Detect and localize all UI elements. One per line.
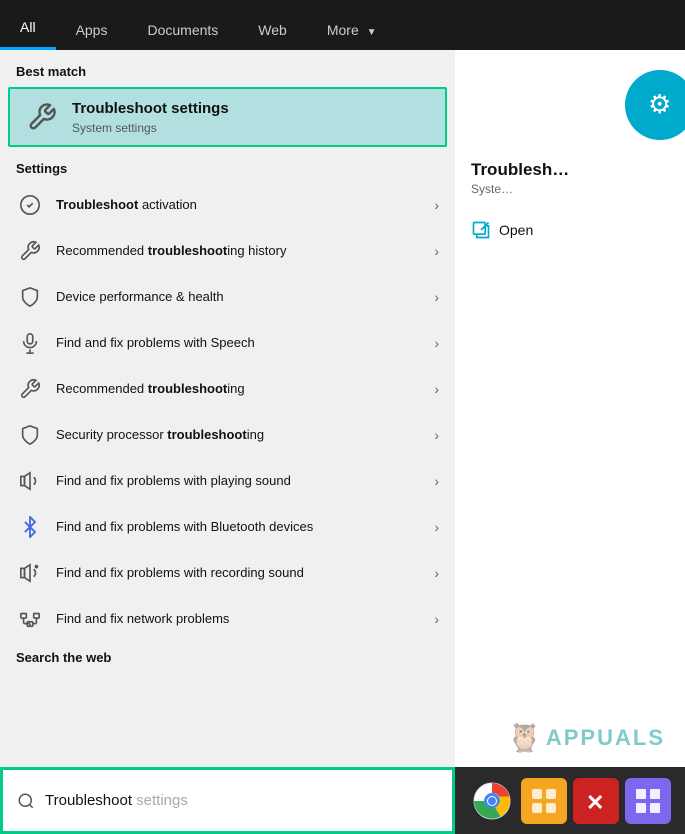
search-bar[interactable]: Troubleshoot settings xyxy=(0,767,455,834)
tab-apps[interactable]: Apps xyxy=(56,12,128,50)
list-item-text: Find and fix problems with Bluetooth dev… xyxy=(56,518,434,536)
list-item-text: Recommended troubleshooting xyxy=(56,380,434,398)
search-placeholder-text: settings xyxy=(132,792,188,809)
shield-icon xyxy=(16,421,44,449)
list-item-text: Find and fix problems with recording sou… xyxy=(56,564,434,582)
list-item-text: Device performance & health xyxy=(56,288,434,306)
svg-text:✕: ✕ xyxy=(586,790,604,815)
open-icon xyxy=(471,220,491,240)
list-item[interactable]: Recommended troubleshooting › xyxy=(0,366,455,412)
sound-icon xyxy=(16,467,44,495)
list-item[interactable]: Recommended troubleshooting history › xyxy=(0,228,455,274)
list-item-text: Find and fix network problems xyxy=(56,610,434,628)
chevron-right-icon: › xyxy=(434,243,439,259)
list-item[interactable]: Security processor troubleshooting › xyxy=(0,412,455,458)
chevron-right-icon: › xyxy=(434,381,439,397)
tab-more[interactable]: More ▼ xyxy=(307,12,397,50)
chevron-right-icon: › xyxy=(434,427,439,443)
search-input-display: Troubleshoot settings xyxy=(45,792,188,809)
list-item[interactable]: Troubleshoot activation › xyxy=(0,182,455,228)
list-item[interactable]: Find and fix network problems › xyxy=(0,596,455,642)
chevron-right-icon: › xyxy=(434,611,439,627)
watermark-text: APPUALS xyxy=(546,725,665,751)
taskbar-icons: ✕ xyxy=(455,767,685,834)
best-match-label: Best match xyxy=(0,50,455,87)
settings-label: Settings xyxy=(0,151,455,182)
top-nav: All Apps Documents Web More ▼ xyxy=(0,0,685,50)
chrome-icon[interactable] xyxy=(469,778,515,824)
best-match-item[interactable]: Troubleshoot settings System settings xyxy=(8,87,447,147)
tab-web[interactable]: Web xyxy=(238,12,307,50)
chevron-right-icon: › xyxy=(434,197,439,213)
wrench-small-icon xyxy=(16,237,44,265)
open-button[interactable]: Open xyxy=(471,220,569,240)
watermark-owl-icon: 🦉 xyxy=(507,721,542,754)
search-web-label: Search the web xyxy=(0,642,455,669)
list-item[interactable]: Find and fix problems with playing sound… xyxy=(0,458,455,504)
right-panel-subtitle: Syste… xyxy=(471,182,569,196)
chevron-right-icon: › xyxy=(434,473,439,489)
bluetooth-icon xyxy=(16,513,44,541)
wrench-icon xyxy=(24,99,60,135)
list-item-text: Security processor troubleshooting xyxy=(56,426,434,444)
list-item-text: Recommended troubleshooting history xyxy=(56,242,434,260)
app-accent-circle: ⚙ xyxy=(625,70,685,140)
chevron-right-icon: › xyxy=(434,565,439,581)
search-icon xyxy=(17,792,35,810)
chevron-right-icon: › xyxy=(434,289,439,305)
best-match-title-rest: settings xyxy=(167,100,229,117)
watermark: 🦉 APPUALS xyxy=(507,721,665,754)
chevron-right-icon: › xyxy=(434,519,439,535)
best-match-subtitle: System settings xyxy=(72,121,229,135)
search-typed-text: Troubleshoot xyxy=(45,792,132,809)
svg-text:⚙: ⚙ xyxy=(648,89,671,119)
right-panel-title: Troublesh… xyxy=(471,160,569,180)
sound-record-icon xyxy=(16,559,44,587)
best-match-title-bold: Troubleshoot xyxy=(72,100,167,117)
left-panel: Best match Troubleshoot settings System … xyxy=(0,50,455,834)
check-circle-icon xyxy=(16,191,44,219)
app-x-icon[interactable]: ✕ xyxy=(573,778,619,824)
chevron-down-icon: ▼ xyxy=(367,27,377,38)
list-item-text: Find and fix problems with playing sound xyxy=(56,472,434,490)
tab-documents[interactable]: Documents xyxy=(127,12,238,50)
list-item-text: Find and fix problems with Speech xyxy=(56,334,434,352)
shield-icon xyxy=(16,283,44,311)
grid-app-icon[interactable] xyxy=(625,778,671,824)
list-item[interactable]: Find and fix problems with Bluetooth dev… xyxy=(0,504,455,550)
chevron-right-icon: › xyxy=(434,335,439,351)
list-item[interactable]: Find and fix problems with Speech › xyxy=(0,320,455,366)
right-panel: ⚙ Troublesh… Syste… Open xyxy=(455,50,685,834)
list-item[interactable]: Device performance & health › xyxy=(0,274,455,320)
square-app-icon[interactable] xyxy=(521,778,567,824)
list-item[interactable]: Find and fix problems with recording sou… xyxy=(0,550,455,596)
list-item-text: Troubleshoot activation xyxy=(56,196,434,214)
main-container: Best match Troubleshoot settings System … xyxy=(0,50,685,834)
tab-all[interactable]: All xyxy=(0,9,56,50)
network-icon xyxy=(16,605,44,633)
open-label: Open xyxy=(499,222,533,238)
best-match-text: Troubleshoot settings System settings xyxy=(72,99,229,135)
microphone-icon xyxy=(16,329,44,357)
wrench-small-icon xyxy=(16,375,44,403)
